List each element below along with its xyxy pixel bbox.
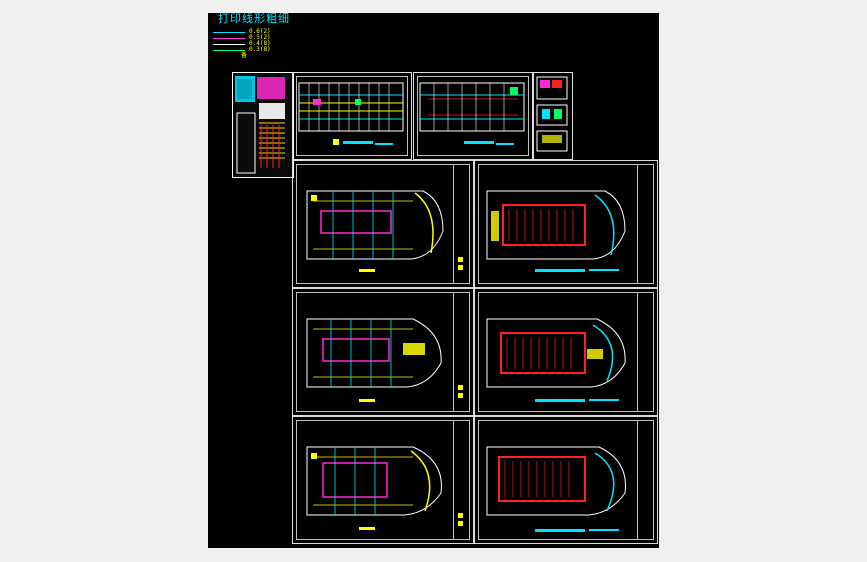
top-plan-2-graphic [419, 82, 525, 145]
floor-plan-right-3-graphic [486, 446, 626, 532]
legend-line-2 [213, 38, 245, 39]
sheet-floor-plan-left-2[interactable] [292, 288, 474, 416]
sheet-floor-plan-left-3[interactable] [292, 416, 474, 544]
legend-title: 打印线形粗细 [218, 13, 290, 25]
sheet-top-plan-1[interactable] [292, 72, 412, 160]
drawing-canvas[interactable]: 打印线形粗细 0.6(2) 0.5(2) 0.4(8) 0.3(8) 备 [208, 13, 659, 548]
cover-sheet[interactable] [232, 72, 294, 178]
top-details-graphic [536, 76, 568, 152]
floor-plan-left-3-graphic [306, 446, 463, 530]
floor-plan-right-2-graphic [486, 318, 626, 402]
cover-sheet-graphic [233, 73, 293, 177]
sheet-floor-plan-right-1[interactable] [474, 160, 658, 288]
top-plan-1-graphic [298, 82, 404, 145]
floor-plan-left-2-graphic [306, 318, 463, 402]
legend-extra: 备 [241, 52, 248, 59]
sheet-floor-plan-right-3[interactable] [474, 416, 658, 544]
legend-label-4: 0.3(8) [249, 46, 271, 53]
legend-line-3 [213, 44, 245, 45]
legend-line-1 [213, 32, 245, 33]
floor-plan-left-1-graphic [306, 190, 463, 272]
sheet-top-plan-2[interactable] [413, 72, 533, 160]
floor-plan-right-1-graphic [486, 190, 626, 272]
sheet-floor-plan-left-1[interactable] [292, 160, 474, 288]
sheet-top-details[interactable] [533, 72, 573, 160]
sheet-floor-plan-right-2[interactable] [474, 288, 658, 416]
cad-viewport[interactable]: 打印线形粗细 0.6(2) 0.5(2) 0.4(8) 0.3(8) 备 [0, 0, 867, 562]
